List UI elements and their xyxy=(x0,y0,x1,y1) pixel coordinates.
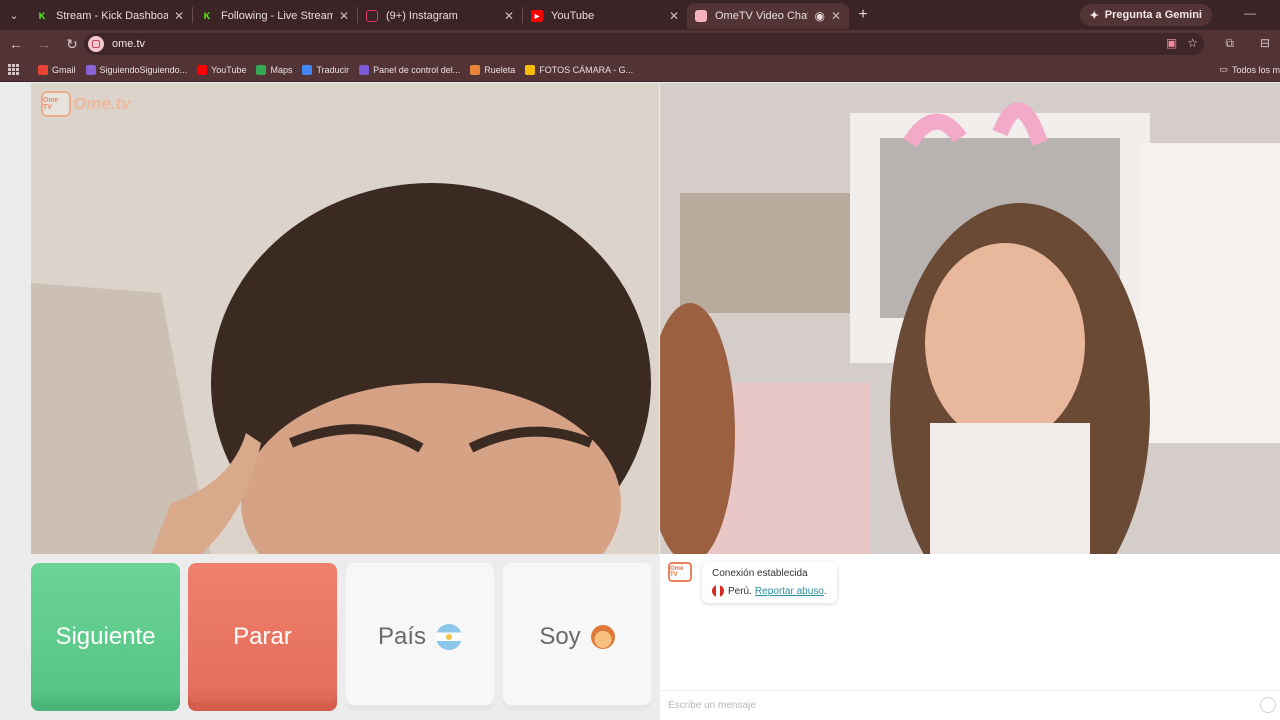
local-camera-feed xyxy=(31,83,659,554)
partner-country: Perú. xyxy=(728,585,752,597)
connection-bubble: Conexión establecida Perú. Reportar abus… xyxy=(702,562,837,603)
ometv-icon xyxy=(695,10,707,22)
chat-panel: Ome TV Conexión establecida Perú. Report… xyxy=(660,554,1280,720)
all-bookmarks-button[interactable]: ▭ Todos los m xyxy=(1219,64,1280,75)
youtube-icon xyxy=(197,64,208,75)
tab-strip: ⌄ K Stream - Kick Dashboard ✕ K Followin… xyxy=(0,0,1280,30)
close-icon[interactable]: ✕ xyxy=(669,9,679,23)
bookmark-favicon xyxy=(85,64,96,75)
peru-flag-icon xyxy=(712,585,724,597)
message-input[interactable]: Escribe un mensaje xyxy=(660,690,1280,720)
gender-select-button[interactable]: Soy xyxy=(503,563,651,711)
tab-ometv[interactable]: OmeTV Video Chat — Ome ◉ ✕ xyxy=(687,3,849,29)
gemini-button[interactable]: ✦ Pregunta a Gemini xyxy=(1079,4,1212,26)
ometv-logo: Ome TV Ome.tv xyxy=(41,91,131,117)
browser-toolbar: ← → ↻ ome.tv ▣ ☆ ⧉ ⊟ xyxy=(0,30,1280,58)
kick-icon: K xyxy=(203,11,211,21)
emoji-icon[interactable] xyxy=(1260,697,1276,713)
close-icon[interactable]: ✕ xyxy=(339,9,349,23)
recording-icon: ◉ xyxy=(814,9,825,23)
bookmark-fotos-camara[interactable]: FOTOS CÁMARA - G... xyxy=(525,64,633,75)
youtube-icon: ▶ xyxy=(531,10,543,22)
drive-icon xyxy=(525,64,536,75)
bookmarks-bar: Gmail SiguiendoSiguiendo... YouTube Maps… xyxy=(0,58,1280,82)
gmail-icon xyxy=(38,64,48,75)
translate-icon xyxy=(302,64,313,75)
remote-video xyxy=(660,83,1280,554)
new-tab-button[interactable]: + xyxy=(849,6,877,24)
woman-emoji-icon xyxy=(590,625,615,649)
kick-icon: K xyxy=(38,11,46,21)
remote-camera-feed xyxy=(660,83,1280,554)
side-panel-icon[interactable]: ⊟ xyxy=(1260,36,1270,51)
bookmark-maps[interactable]: Maps xyxy=(256,64,292,75)
bookmark-traducir[interactable]: Traducir xyxy=(302,64,349,75)
bookmark-favicon xyxy=(470,64,481,75)
reload-button[interactable]: ↻ xyxy=(60,32,84,56)
gemini-sparkle-icon: ✦ xyxy=(1089,9,1099,22)
bookmark-gmail[interactable]: Gmail xyxy=(38,64,76,75)
screen-share-icon[interactable]: ▣ xyxy=(1166,36,1177,50)
tab-instagram[interactable]: (9+) Instagram ✕ xyxy=(358,3,522,29)
apps-grid-icon[interactable] xyxy=(8,63,22,76)
bookmark-panel-control[interactable]: Panel de control del... xyxy=(359,64,460,75)
folder-icon: ▭ xyxy=(1219,64,1228,74)
argentina-flag-icon xyxy=(436,624,463,650)
forward-button[interactable]: → xyxy=(32,32,56,56)
message-placeholder: Escribe un mensaje xyxy=(668,700,756,711)
instagram-icon xyxy=(366,10,378,22)
system-message: Ome TV Conexión establecida Perú. Report… xyxy=(668,562,837,603)
tab-kick-following[interactable]: K Following - Live Streams on Kick ✕ xyxy=(193,3,357,29)
bookmark-favicon xyxy=(359,64,370,75)
report-abuse-link[interactable]: Reportar abuso xyxy=(755,586,824,597)
bookmark-ruleta[interactable]: Rueleta xyxy=(470,64,515,75)
extensions-icon[interactable]: ⧉ xyxy=(1225,36,1234,51)
bookmark-star-icon[interactable]: ☆ xyxy=(1187,36,1198,50)
next-button[interactable]: Siguiente xyxy=(31,563,180,711)
url-text: ome.tv xyxy=(112,38,146,50)
tab-search-button[interactable]: ⌄ xyxy=(0,0,28,30)
tab-youtube[interactable]: ▶ YouTube ✕ xyxy=(523,3,687,29)
site-info-icon[interactable] xyxy=(88,36,104,52)
tv-icon: Ome TV xyxy=(41,91,71,117)
ometv-page: Ome TV Ome.tv Siguiente Parar País Soy O… xyxy=(0,83,1280,720)
minimize-icon[interactable]: — xyxy=(1244,6,1256,20)
close-icon[interactable]: ✕ xyxy=(174,9,184,23)
stop-button[interactable]: Parar xyxy=(188,563,337,711)
close-icon[interactable]: ✕ xyxy=(831,9,841,23)
back-button[interactable]: ← xyxy=(4,32,28,56)
close-icon[interactable]: ✕ xyxy=(504,9,514,23)
local-video: Ome TV Ome.tv xyxy=(31,83,659,554)
tab-kick-dashboard[interactable]: K Stream - Kick Dashboard ✕ xyxy=(28,3,192,29)
bookmark-youtube[interactable]: YouTube xyxy=(197,64,246,75)
ometv-tv-icon: Ome TV xyxy=(668,562,692,582)
address-bar[interactable]: ome.tv ▣ ☆ xyxy=(84,33,1204,55)
maps-icon xyxy=(256,64,267,75)
country-select-button[interactable]: País xyxy=(346,563,494,711)
bookmark-siguiendo[interactable]: SiguiendoSiguiendo... xyxy=(85,64,187,75)
connection-status: Conexión establecida xyxy=(712,568,808,579)
